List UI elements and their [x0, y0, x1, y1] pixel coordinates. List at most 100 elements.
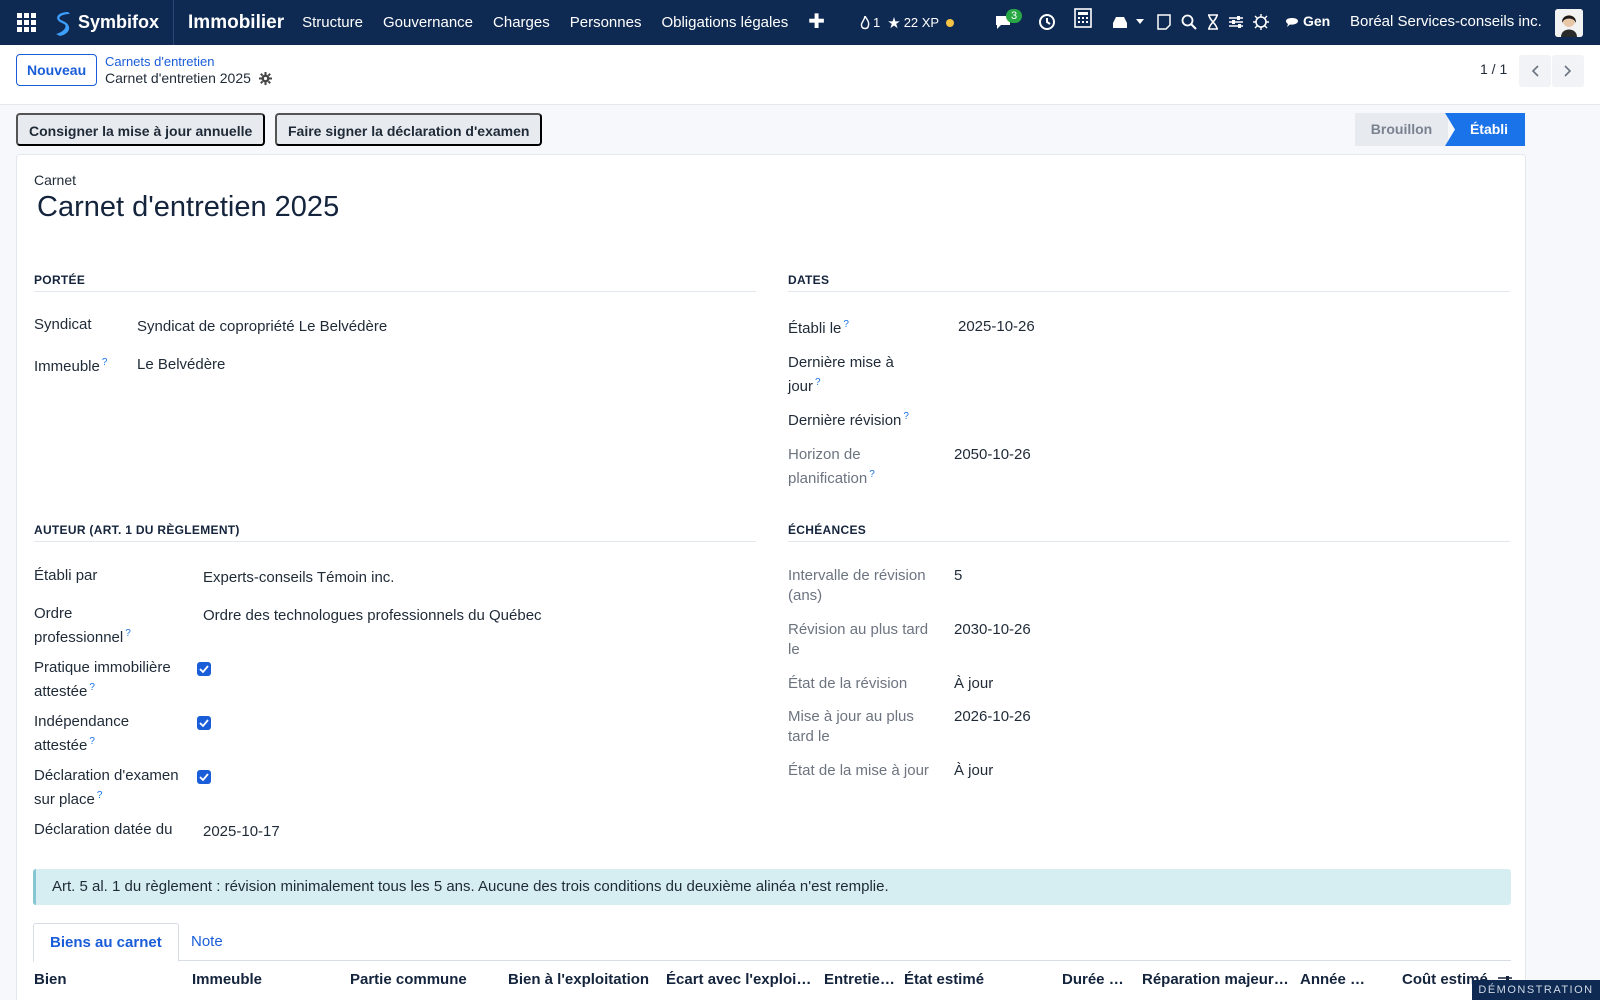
- info-alert: Art. 5 al. 1 du règlement : révision min…: [33, 869, 1511, 905]
- menu-item-charges[interactable]: Charges: [483, 0, 560, 45]
- control-panel: Nouveau Carnets d'entretien Carnet d'ent…: [0, 45, 1600, 105]
- column-header-reparation[interactable]: Réparation majeur…: [1142, 971, 1290, 988]
- grid-icon: [16, 13, 36, 32]
- ordre-label: Ordre professionnel?: [34, 604, 131, 648]
- calculator-icon[interactable]: [1074, 8, 1092, 28]
- pager-previous-button[interactable]: [1519, 55, 1551, 87]
- immeuble-field[interactable]: Le Belvédère: [137, 355, 225, 375]
- etat-revision-label: État de la révision: [788, 675, 908, 692]
- menu-add-icon[interactable]: ✚: [798, 0, 835, 45]
- help-icon[interactable]: ?: [903, 411, 909, 422]
- column-header-etat-estime[interactable]: État estimé: [904, 971, 1054, 988]
- chat-badge: 3: [1006, 9, 1023, 23]
- declaration-checkbox[interactable]: [197, 770, 211, 784]
- new-button[interactable]: Nouveau: [16, 54, 98, 86]
- status-draft[interactable]: Brouillon: [1355, 113, 1448, 146]
- intervalle-label-line1: Intervalle de révision: [788, 567, 926, 584]
- pager-value[interactable]: 1 / 1: [1480, 61, 1507, 77]
- column-header-duree[interactable]: Durée d…: [1062, 971, 1132, 988]
- independance-label-line2: attestée: [34, 737, 88, 754]
- maj-tard-field: 2026-10-26: [954, 708, 1031, 725]
- maj-tard-label-line1: Mise à jour au plus: [788, 708, 914, 725]
- horizon-label: Horizon de planification?: [788, 445, 875, 489]
- declaration-label-line2: sur place: [34, 791, 95, 808]
- tab-note[interactable]: Note: [175, 923, 239, 962]
- column-header-bien-exploitation[interactable]: Bien à l'exploitation: [508, 971, 658, 988]
- chevron-left-icon: [1531, 65, 1539, 77]
- horizon-field: 2050-10-26: [954, 446, 1031, 463]
- clock-icon[interactable]: [1038, 12, 1056, 32]
- chevron-down-icon[interactable]: [1135, 12, 1145, 32]
- help-icon[interactable]: ?: [815, 377, 821, 388]
- app-menu-button[interactable]: [0, 0, 52, 45]
- gamification-widget[interactable]: 1 ★ 22 XP: [860, 14, 955, 32]
- column-header-immeuble[interactable]: Immeuble: [192, 971, 342, 988]
- horizon-label-line1: Horizon de: [788, 446, 861, 463]
- column-header-annee[interactable]: Année d…: [1300, 971, 1372, 988]
- column-header-bien[interactable]: Bien: [34, 971, 184, 988]
- help-icon[interactable]: ?: [97, 790, 103, 801]
- pratique-checkbox[interactable]: [197, 662, 211, 676]
- etabli-le-label-text: Établi le: [788, 320, 842, 337]
- derniere-maj-label: Dernière mise à jour?: [788, 353, 894, 397]
- column-header-partie-commune[interactable]: Partie commune: [350, 971, 500, 988]
- menu-item-gouvernance[interactable]: Gouvernance: [373, 0, 483, 45]
- top-navbar: Symbifox Immobilier Structure Gouvernanc…: [0, 0, 1600, 45]
- independance-label: Indépendance attestée?: [34, 712, 129, 756]
- help-icon[interactable]: ?: [102, 357, 108, 368]
- form-sheet: Carnet Carnet d'entretien 2025 PORTÉE Sy…: [16, 154, 1526, 1000]
- inbox-icon[interactable]: [1111, 12, 1129, 32]
- bug-icon[interactable]: [1252, 12, 1270, 32]
- search-icon[interactable]: [1180, 12, 1198, 32]
- status-established[interactable]: Établi: [1445, 113, 1525, 146]
- breadcrumb: Carnet d'entretien 2025: [105, 70, 272, 86]
- syndicat-field[interactable]: Syndicat de copropriété Le Belvédère: [137, 317, 387, 337]
- derniere-maj-label-line1: Dernière mise à: [788, 354, 894, 371]
- column-header-entretien[interactable]: Entretie…: [824, 971, 896, 988]
- ordre-field[interactable]: Ordre des technologues professionnels du…: [203, 606, 542, 626]
- company-switcher[interactable]: Boréal Services-conseils inc.: [1350, 13, 1542, 30]
- sign-declaration-button[interactable]: Faire signer la déclaration d'examen: [275, 113, 543, 146]
- etat-maj-label: État de la mise à jour: [788, 762, 929, 779]
- declaration-date-label: Déclaration datée du: [34, 821, 173, 838]
- pratique-label-line2: attestée: [34, 683, 88, 700]
- brand[interactable]: Symbifox: [52, 0, 175, 45]
- avatar[interactable]: [1555, 9, 1583, 37]
- column-header-ecart[interactable]: Écart avec l'exploit…: [666, 971, 814, 988]
- help-icon[interactable]: ?: [869, 469, 875, 480]
- immeuble-label-text: Immeuble: [34, 358, 100, 375]
- revision-tard-label-line1: Révision au plus tard: [788, 621, 929, 638]
- menu-item-structure[interactable]: Structure: [292, 0, 373, 45]
- etat-maj-field: À jour: [954, 762, 994, 779]
- section-auteur-heading: AUTEUR (ART. 1 DU RÈGLEMENT): [34, 523, 756, 542]
- menu-item-obligations[interactable]: Obligations légales: [651, 0, 798, 45]
- revision-tard-field: 2030-10-26: [954, 621, 1031, 638]
- user-menu[interactable]: Gen: [1285, 13, 1330, 29]
- annual-update-button[interactable]: Consigner la mise à jour annuelle: [16, 113, 266, 146]
- note-icon[interactable]: [1155, 12, 1173, 32]
- hourglass-icon[interactable]: [1204, 12, 1222, 32]
- pager-next-button[interactable]: [1552, 55, 1584, 87]
- tab-biens-au-carnet[interactable]: Biens au carnet: [33, 923, 179, 962]
- chevron-right-icon: [1564, 65, 1572, 77]
- maj-tard-label: Mise à jour au plus tard le: [788, 707, 914, 747]
- record-title[interactable]: Carnet d'entretien 2025: [37, 191, 339, 224]
- help-icon[interactable]: ?: [843, 319, 849, 330]
- help-icon[interactable]: ?: [125, 628, 131, 639]
- sliders-icon[interactable]: [1227, 12, 1245, 32]
- derniere-maj-label-line2: jour: [788, 378, 814, 395]
- declaration-date-field[interactable]: 2025-10-17: [203, 822, 280, 842]
- help-icon[interactable]: ?: [89, 736, 95, 747]
- demo-ribbon: DÉMONSTRATION: [1472, 980, 1600, 1000]
- module-name[interactable]: Immobilier: [188, 12, 284, 34]
- etabli-le-field[interactable]: 2025-10-26: [958, 317, 1035, 337]
- flame-icon: [860, 15, 870, 29]
- gear-icon[interactable]: [258, 71, 272, 85]
- gami-xp: 22 XP: [903, 15, 940, 30]
- independance-checkbox[interactable]: [197, 716, 211, 730]
- breadcrumb-parent-link[interactable]: Carnets d'entretien: [105, 54, 214, 69]
- breadcrumb-current: Carnet d'entretien 2025: [105, 70, 251, 86]
- menu-item-personnes[interactable]: Personnes: [560, 0, 652, 45]
- etabli-par-field[interactable]: Experts-conseils Témoin inc.: [203, 568, 394, 588]
- help-icon[interactable]: ?: [89, 682, 95, 693]
